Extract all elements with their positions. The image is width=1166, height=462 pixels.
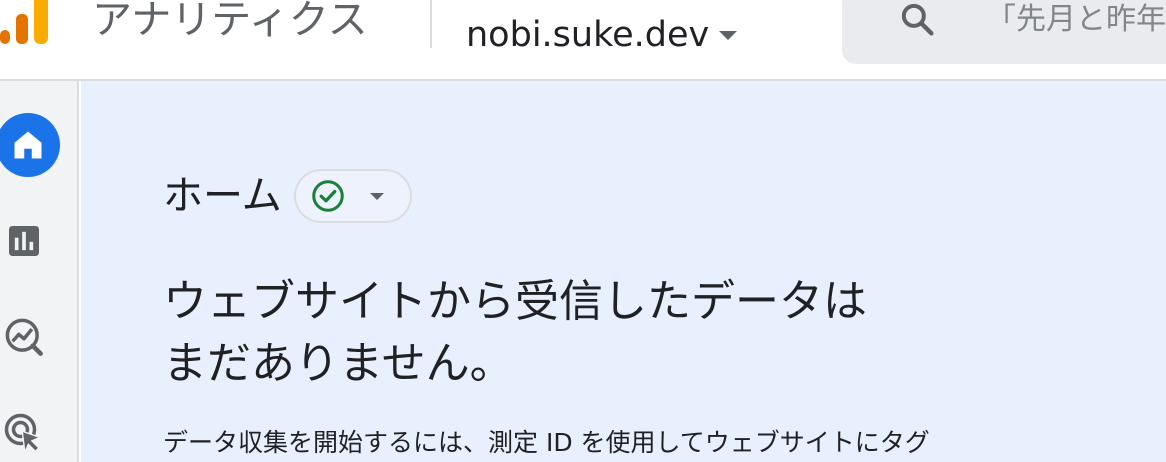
- check-circle-icon: [312, 180, 344, 212]
- top-app-bar: アナリティクス nobi.suke.dev 「先月と昨年: [0, 0, 1166, 81]
- headline-line-1: ウェブサイトから受信したデータは: [163, 276, 867, 327]
- nav-advertising[interactable]: [0, 403, 54, 462]
- header-divider: [430, 0, 432, 48]
- bar-chart-icon: [9, 226, 39, 256]
- caret-down-icon: [719, 30, 738, 40]
- cursor-target-icon: [4, 413, 42, 454]
- search-bar[interactable]: 「先月と昨年: [842, 0, 1166, 64]
- product-name: アナリティクス: [92, 0, 368, 43]
- main-content: ホーム ウェブサイトから受信したデータは まだありません。 データ収集を開始する…: [81, 81, 1166, 462]
- home-icon: [14, 131, 42, 159]
- headline-line-2: まだありません。: [163, 338, 514, 389]
- nav-home[interactable]: [0, 113, 60, 177]
- no-data-headline: ウェブサイトから受信したデータは まだありません。: [163, 271, 963, 395]
- caret-down-icon: [369, 192, 384, 200]
- property-picker[interactable]: nobi.suke.dev: [466, 12, 738, 58]
- data-collection-status-chip[interactable]: [293, 169, 412, 223]
- property-name: nobi.suke.dev: [466, 15, 710, 55]
- search-icon: [901, 3, 934, 36]
- explore-trend-icon: [5, 318, 43, 356]
- nav-explore[interactable]: [0, 307, 54, 367]
- setup-instructions: データ収集を開始するには、測定 ID を使用してウェブサイトにタグ: [163, 428, 930, 457]
- page-title-row: ホーム: [163, 169, 412, 223]
- nav-reports[interactable]: [0, 211, 54, 271]
- left-nav-rail: [0, 81, 79, 462]
- analytics-logo-icon[interactable]: [0, 0, 52, 46]
- page-title: ホーム: [163, 173, 282, 219]
- search-placeholder[interactable]: 「先月と昨年: [986, 0, 1166, 40]
